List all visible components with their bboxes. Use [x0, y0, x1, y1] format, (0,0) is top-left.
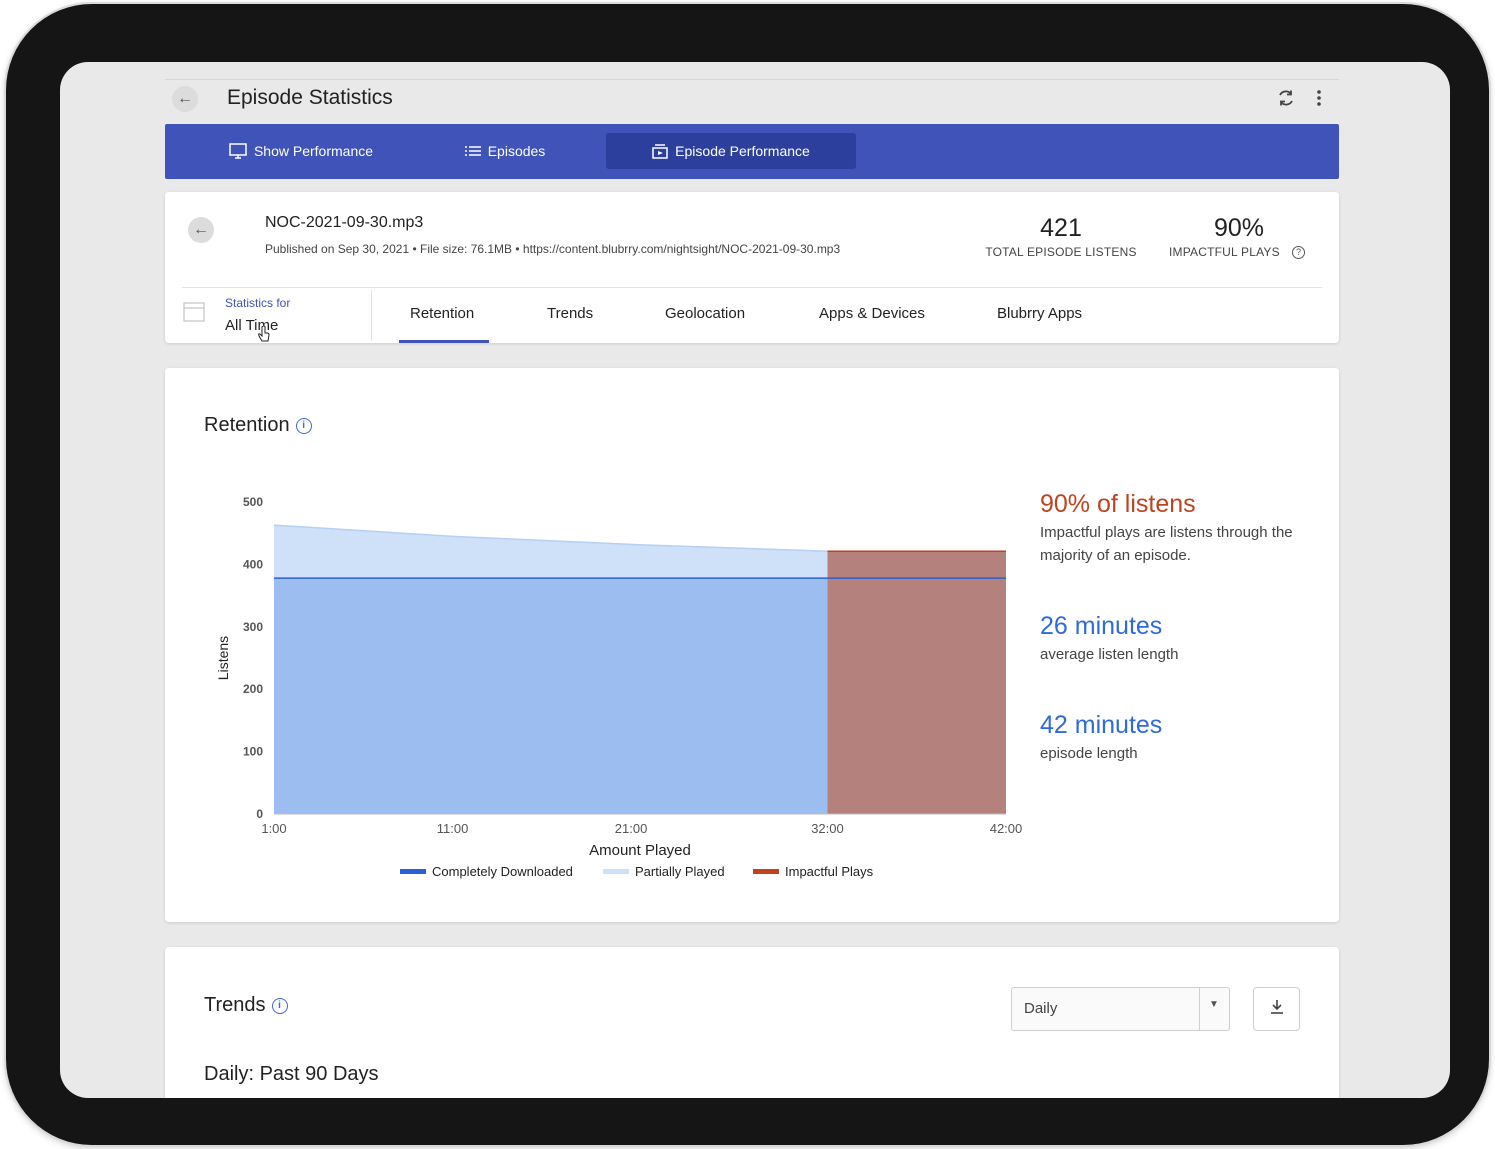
trends-subheading: Daily: Past 90 Days — [204, 1063, 379, 1085]
card-divider — [182, 287, 1323, 288]
total-listens-value: 421 — [1040, 214, 1082, 242]
info-icon[interactable]: i — [295, 417, 312, 434]
podcast-icon — [652, 143, 668, 159]
x-tick-label: 42:00 — [990, 821, 1023, 836]
period-select-value: Daily — [1024, 1000, 1058, 1017]
y-tick-label: 400 — [243, 557, 263, 571]
legend-label: Impactful Plays — [785, 864, 874, 879]
select-divider — [1199, 988, 1200, 1030]
hand-cursor-icon — [257, 325, 271, 349]
page-title: Episode Statistics — [227, 86, 393, 109]
x-tick-label: 21:00 — [615, 821, 648, 836]
legend-swatch — [400, 869, 426, 874]
tab-label: Episodes — [487, 143, 546, 159]
retention-title: Retention i — [204, 414, 312, 437]
x-axis-label: Amount Played — [589, 842, 691, 859]
tablet-frame: ← Episode Statistics Show Performance Ep… — [6, 4, 1489, 1145]
list-icon — [464, 145, 481, 157]
monitor-icon — [229, 143, 247, 159]
tab-geolocation[interactable]: Geolocation — [665, 305, 745, 322]
period-select[interactable]: Daily ▼ — [1011, 987, 1230, 1031]
legend-label: Completely Downloaded — [432, 864, 573, 879]
completely-downloaded-area — [274, 578, 828, 814]
back-arrow-icon[interactable]: ← — [188, 217, 214, 243]
total-listens-label: TOTAL EPISODE LISTENS — [985, 245, 1137, 259]
tab-apps-devices[interactable]: Apps & Devices — [819, 305, 925, 322]
filter-separator — [371, 290, 372, 341]
legend-label: Partially Played — [635, 864, 725, 879]
insight-average-big: 26 minutes — [1040, 612, 1163, 640]
retention-title-text: Retention — [204, 414, 290, 436]
download-button[interactable] — [1253, 987, 1300, 1031]
download-icon — [1269, 998, 1285, 1021]
calendar-icon[interactable] — [183, 300, 205, 322]
info-icon[interactable]: i — [271, 997, 288, 1014]
refresh-icon[interactable] — [1276, 88, 1296, 114]
back-arrow-icon[interactable]: ← — [172, 86, 198, 112]
tab-blubrry-apps[interactable]: Blubrry Apps — [997, 305, 1082, 322]
help-icon[interactable]: ? — [1292, 246, 1305, 259]
tab-show-performance[interactable]: Show Performance — [221, 133, 381, 169]
insight-length-big: 42 minutes — [1040, 711, 1163, 739]
y-tick-label: 100 — [243, 745, 263, 759]
insight-impactful-big: 90% of listens — [1040, 490, 1196, 518]
y-tick-label: 0 — [256, 807, 263, 821]
impactful-plays-value: 90% — [1213, 214, 1265, 242]
main-nav: Show Performance Episodes Episode Perfor… — [165, 124, 1339, 179]
tab-episodes[interactable]: Episodes — [455, 133, 555, 169]
impactful-plays-area — [827, 551, 1006, 814]
insight-impactful-small: Impactful plays are listens through the … — [1040, 524, 1293, 564]
tab-episode-performance[interactable]: Episode Performance — [606, 133, 856, 169]
legend-swatch — [603, 869, 629, 874]
statistics-for-label: Statistics for — [225, 296, 291, 310]
caret-down-icon[interactable]: ▼ — [1209, 999, 1219, 1010]
x-tick-label: 32:00 — [811, 821, 844, 836]
episode-filename: NOC-2021-09-30.mp3 — [265, 214, 424, 231]
y-tick-label: 300 — [243, 620, 263, 634]
trends-title: Trends i — [204, 994, 288, 1017]
insight-average-small: average listen length — [1040, 646, 1179, 663]
x-tick-label: 1:00 — [261, 821, 286, 836]
tab-trends[interactable]: Trends — [547, 305, 593, 322]
y-tick-label: 500 — [243, 495, 263, 509]
y-tick-label: 200 — [243, 682, 263, 696]
y-axis-label: Listens — [215, 636, 231, 680]
more-vert-icon[interactable] — [1314, 88, 1324, 114]
tab-label: Episode Performance — [675, 143, 810, 159]
top-divider — [165, 79, 1339, 80]
active-tab-indicator — [399, 340, 489, 343]
episode-meta: Published on Sep 30, 2021 • File size: 7… — [265, 242, 841, 256]
legend-swatch — [753, 869, 779, 874]
tab-label: Show Performance — [253, 143, 374, 159]
x-tick-label: 11:00 — [437, 821, 469, 836]
impactful-plays-label: IMPACTFUL PLAYS — [1169, 245, 1280, 259]
screen: ← Episode Statistics Show Performance Ep… — [60, 62, 1450, 1098]
trends-title-text: Trends — [204, 994, 266, 1016]
insight-length-small: episode length — [1040, 745, 1138, 762]
tab-retention[interactable]: Retention — [410, 305, 474, 322]
retention-chart: 0 100 200 300 400 500 1:00 11:00 21:00 32:00 42:00… — [215, 495, 1023, 879]
